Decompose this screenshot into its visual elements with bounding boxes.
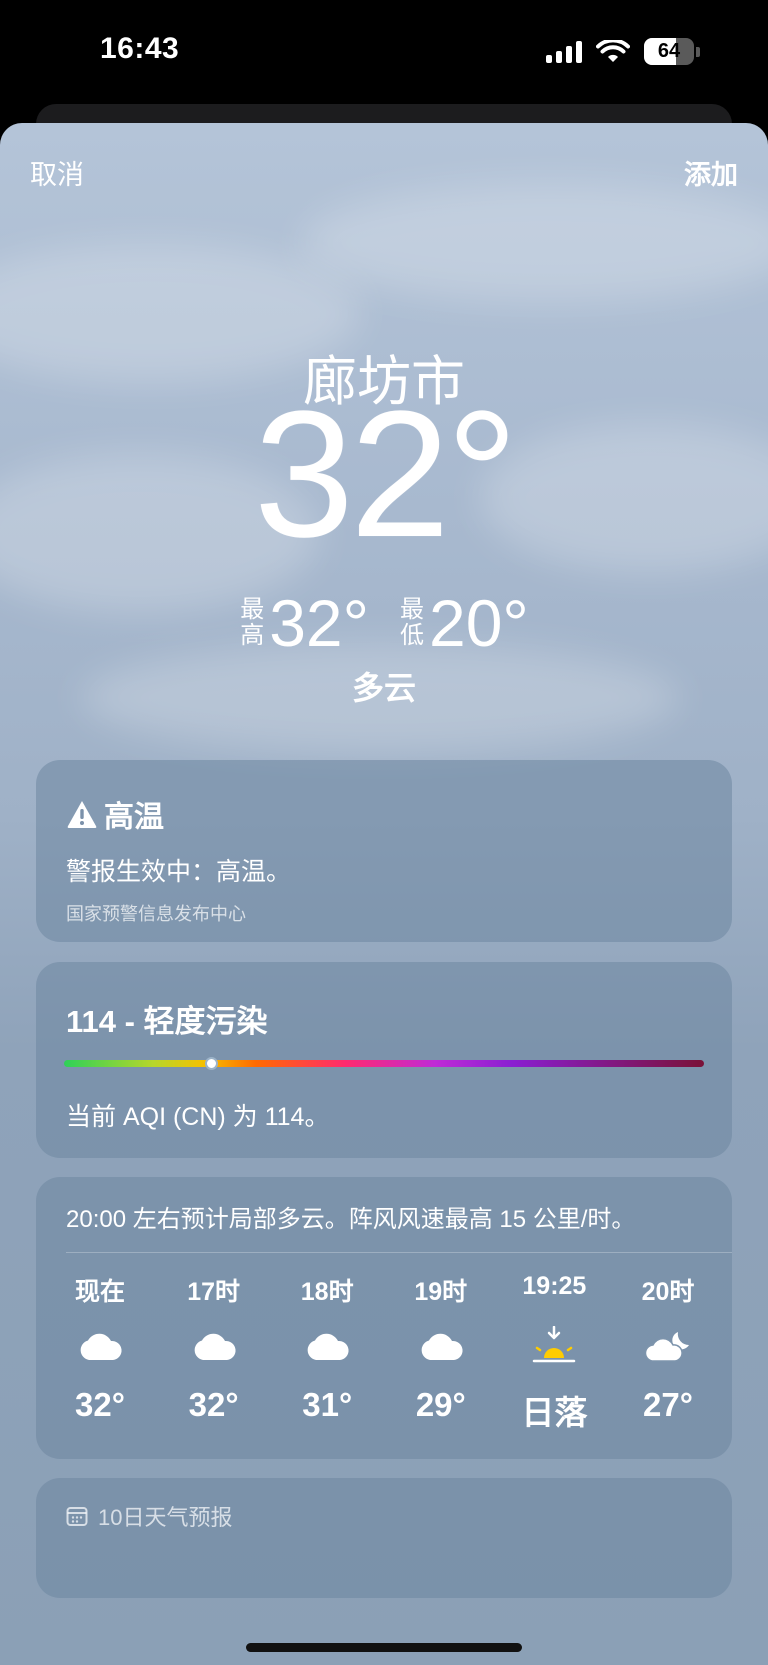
battery-level: 64 <box>657 40 681 62</box>
wifi-icon <box>596 39 630 62</box>
hour-temperature: 日落 <box>521 1394 588 1431</box>
hour-temperature: 29° <box>415 1386 466 1423</box>
air-quality-card[interactable]: 114 - 轻度污染 当前 AQI (CN) 为 114。 <box>36 962 732 1158</box>
low-temperature: 最低 20° <box>399 585 529 661</box>
hour-item: 19时 29° <box>391 1272 491 1434</box>
high-label: 最高 <box>240 596 265 649</box>
home-indicator[interactable] <box>246 1643 522 1652</box>
hour-label: 18时 <box>300 1278 354 1306</box>
hour-item: 20时 27° <box>618 1272 718 1434</box>
hour-label: 19时 <box>414 1278 468 1306</box>
hour-temperature: 32° <box>188 1386 239 1423</box>
hourly-forecast-card[interactable]: 20:00 左右预计局部多云。阵风风速最高 15 公里/时。 现在 32° 17… <box>36 1177 732 1459</box>
cloud-icon <box>307 1333 349 1360</box>
hour-item: 现在 32° <box>50 1272 150 1434</box>
status-bar: 16:43 64 <box>0 0 768 105</box>
high-temperature: 最高 32° <box>239 585 369 661</box>
alert-title: 高温 <box>104 801 164 834</box>
current-temperature: 32° <box>253 374 518 575</box>
status-time: 16:43 <box>100 32 180 65</box>
divider <box>66 1252 732 1253</box>
cellular-signal-icon <box>546 40 582 63</box>
hour-temperature: 31° <box>302 1386 353 1423</box>
cloud-icon <box>421 1333 463 1360</box>
hour-item: 18时 31° <box>277 1272 377 1434</box>
hour-label: 19:25 <box>522 1272 587 1300</box>
hour-temperature: 27° <box>643 1386 693 1423</box>
alert-title-row: 高温 <box>66 792 164 836</box>
cloud-moon-icon <box>644 1332 689 1362</box>
ten-day-header: 10日天气预报 <box>66 1500 232 1532</box>
aqi-gradient-bar <box>64 1057 704 1070</box>
battery-icon: 64 <box>644 38 694 65</box>
high-value: 32° <box>269 586 369 660</box>
hour-item: 17时 32° <box>164 1272 264 1434</box>
alert-source: 国家预警信息发布中心 <box>66 904 246 924</box>
hourly-list[interactable]: 现在 32° 17时 32° 18时 31° 19时 29° 19:25 日落 … <box>50 1272 718 1434</box>
low-label: 最低 <box>400 596 424 649</box>
ten-day-forecast-card[interactable]: 10日天气预报 <box>36 1478 732 1598</box>
calendar-icon <box>66 1507 88 1526</box>
alert-card[interactable]: 高温 警报生效中：高温。 国家预警信息发布中心 <box>36 760 732 942</box>
hour-label: 现在 <box>74 1278 125 1306</box>
aqi-description: 当前 AQI (CN) 为 114。 <box>66 1103 330 1131</box>
alert-description: 警报生效中：高温。 <box>66 858 292 886</box>
weather-condition: 多云 <box>351 670 416 706</box>
hour-label: 20时 <box>641 1278 695 1306</box>
low-value: 20° <box>429 586 529 660</box>
hour-temperature: 32° <box>75 1386 125 1423</box>
cloud-icon <box>80 1333 122 1360</box>
status-icons: 64 <box>546 38 700 65</box>
cancel-button[interactable]: 取消 <box>30 153 84 192</box>
aqi-title: 114 - 轻度污染 <box>66 1004 268 1039</box>
sunset-icon <box>533 1326 576 1363</box>
ten-day-title: 10日天气预报 <box>98 1505 233 1530</box>
hourly-summary: 20:00 左右预计局部多云。阵风风速最高 15 公里/时。 <box>66 1206 636 1233</box>
add-button[interactable]: 添加 <box>684 153 738 192</box>
aqi-indicator-dot <box>205 1057 219 1070</box>
warning-icon <box>67 801 97 828</box>
cloud-icon <box>194 1333 236 1360</box>
high-low-temperature: 最高 32° 最低 20° <box>0 585 768 661</box>
hour-label: 17时 <box>187 1278 240 1306</box>
hour-item: 19:25 日落 <box>504 1272 604 1434</box>
